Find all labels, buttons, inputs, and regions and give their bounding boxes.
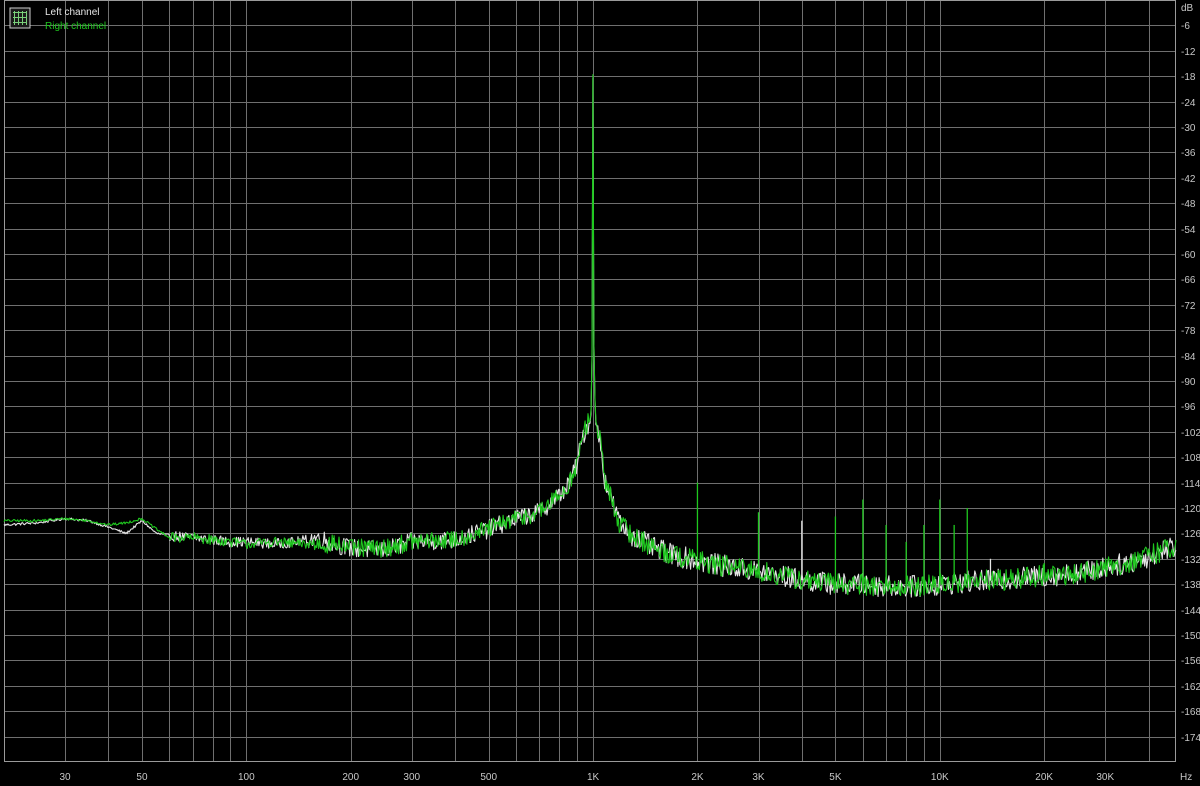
x-tick-label: 30 <box>59 772 71 783</box>
y-tick-label: -108 <box>1181 453 1200 464</box>
y-tick-label: -12 <box>1181 47 1196 58</box>
y-tick-label: -36 <box>1181 148 1196 159</box>
y-tick-label: -66 <box>1181 275 1196 286</box>
y-tick-label: -168 <box>1181 707 1200 718</box>
x-tick-label: 500 <box>480 772 497 783</box>
y-tick-label: -156 <box>1181 656 1200 667</box>
y-tick-label: -102 <box>1181 428 1200 439</box>
legend-left-channel: Left channel <box>45 7 100 18</box>
y-tick-label: -120 <box>1181 504 1200 515</box>
y-tick-label: -126 <box>1181 529 1200 540</box>
y-tick-label: -6 <box>1181 21 1190 32</box>
x-tick-label: 5K <box>829 772 842 783</box>
x-tick-label: 2K <box>691 772 704 783</box>
y-tick-label: -162 <box>1181 682 1200 693</box>
y-tick-label: -84 <box>1181 352 1196 363</box>
x-tick-label: 300 <box>403 772 420 783</box>
x-tick-label: 10K <box>931 772 949 783</box>
x-tick-label: 50 <box>136 772 148 783</box>
y-tick-label: -60 <box>1181 250 1196 261</box>
y-tick-label: -78 <box>1181 326 1196 337</box>
plot-background <box>0 0 1200 786</box>
y-tick-label: -24 <box>1181 98 1196 109</box>
x-tick-label: 1K <box>587 772 600 783</box>
spectrum-chart: -6 -12 -18 -24 -30 -36 -42 -48 -54 -60 -66 -72 -78 -8… <box>0 0 1200 786</box>
x-tick-label: 3K <box>752 772 765 783</box>
y-unit-label: dB <box>1181 3 1194 14</box>
x-tick-label: 20K <box>1035 772 1053 783</box>
y-tick-label: -30 <box>1181 123 1196 134</box>
y-tick-label: -174 <box>1181 733 1200 744</box>
y-tick-label: -150 <box>1181 631 1200 642</box>
y-tick-label: -144 <box>1181 606 1200 617</box>
y-tick-label: -48 <box>1181 199 1196 210</box>
y-tick-label: -54 <box>1181 225 1196 236</box>
y-tick-label: -72 <box>1181 301 1196 312</box>
x-tick-label: 200 <box>342 772 359 783</box>
y-tick-label: -42 <box>1181 174 1196 185</box>
y-tick-label: -90 <box>1181 377 1196 388</box>
y-tick-label: -114 <box>1181 479 1200 490</box>
x-tick-label: 100 <box>238 772 255 783</box>
x-unit-label: Hz <box>1180 772 1192 783</box>
y-tick-label: -18 <box>1181 72 1196 83</box>
legend-right-channel: Right channel <box>45 21 106 32</box>
y-tick-label: -132 <box>1181 555 1200 566</box>
y-tick-label: -96 <box>1181 402 1196 413</box>
y-tick-label: -138 <box>1181 580 1200 591</box>
x-tick-label: 30K <box>1096 772 1114 783</box>
